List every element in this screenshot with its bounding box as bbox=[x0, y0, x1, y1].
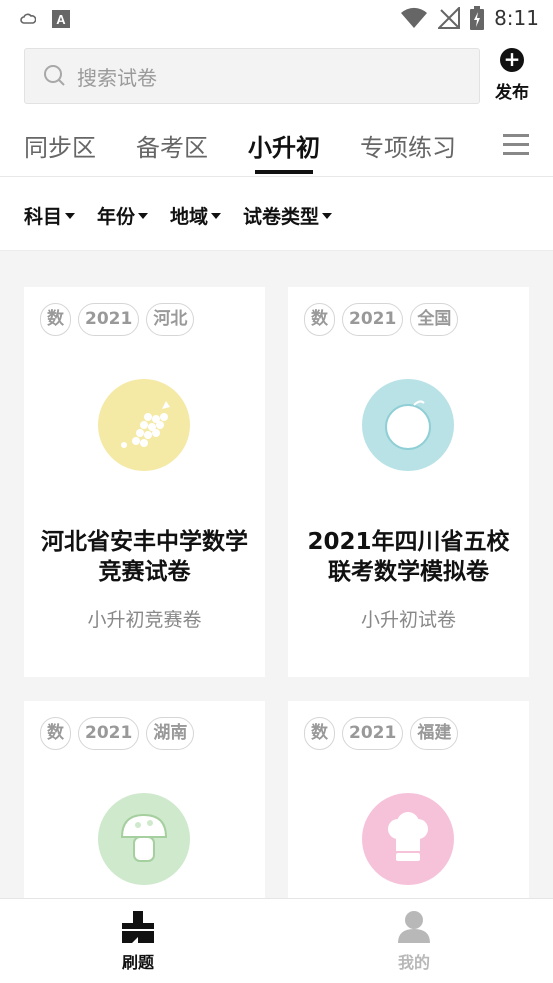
brush-icon bbox=[122, 911, 154, 943]
paper-card[interactable]: 数 2021 全国 2021年四川省五校联考数学模拟卷 小升初试卷 bbox=[288, 287, 529, 677]
filter-label: 试卷类型 bbox=[243, 206, 320, 228]
battery-charging-icon bbox=[470, 6, 485, 30]
tab-exam-prep[interactable]: 备考区 bbox=[136, 128, 208, 163]
mushroom-icon bbox=[98, 793, 190, 885]
filter-label: 年份 bbox=[97, 206, 136, 228]
menu-icon[interactable] bbox=[503, 134, 529, 156]
filter-label: 地域 bbox=[170, 206, 209, 228]
paper-title: 2021年四川省五校联考数学模拟卷 bbox=[307, 529, 510, 585]
wifi-icon bbox=[401, 7, 428, 28]
status-bar: A 8:11 bbox=[0, 0, 553, 40]
year-tag: 2021 bbox=[78, 303, 140, 336]
tab-special-practice[interactable]: 专项练习 bbox=[360, 128, 456, 163]
paper-card[interactable]: 数 2021 福建 bbox=[288, 701, 529, 898]
subject-tag: 数 bbox=[304, 717, 335, 750]
region-tag: 福建 bbox=[410, 717, 459, 750]
nav-mine[interactable]: 我的 bbox=[374, 909, 454, 973]
chef-hat-icon bbox=[362, 793, 454, 885]
subject-tag: 数 bbox=[40, 717, 71, 750]
paper-card[interactable]: 数 2021 湖南 bbox=[24, 701, 265, 898]
tag-list: 数 2021 福建 bbox=[304, 717, 459, 750]
filter-year[interactable]: 年份 bbox=[97, 202, 149, 229]
subject-tag: 数 bbox=[304, 303, 335, 336]
search-icon bbox=[44, 65, 65, 86]
status-time: 8:11 bbox=[494, 6, 539, 30]
caret-down-icon bbox=[65, 212, 76, 219]
caret-down-icon bbox=[322, 212, 333, 219]
paper-type: 小升初试卷 bbox=[360, 609, 456, 631]
year-tag: 2021 bbox=[342, 303, 404, 336]
divider bbox=[0, 176, 553, 177]
caret-down-icon bbox=[138, 212, 149, 219]
filter-region[interactable]: 地域 bbox=[170, 202, 222, 229]
caret-down-icon bbox=[211, 212, 222, 219]
filter-label: 科目 bbox=[24, 206, 63, 228]
publish-label: 发布 bbox=[495, 83, 529, 103]
user-icon bbox=[398, 911, 430, 943]
tag-list: 数 2021 河北 bbox=[40, 303, 195, 336]
tag-list: 数 2021 全国 bbox=[304, 303, 459, 336]
paper-card[interactable]: 数 2021 河北 河北省安丰中学数学竞赛试卷 小升初竞赛卷 bbox=[24, 287, 265, 677]
year-tag: 2021 bbox=[78, 717, 140, 750]
active-tab-indicator bbox=[255, 170, 313, 174]
publish-button[interactable]: + 发布 bbox=[490, 48, 534, 103]
tab-primary-to-middle[interactable]: 小升初 bbox=[248, 128, 320, 163]
filter-paper-type[interactable]: 试卷类型 bbox=[243, 202, 333, 229]
melon-icon bbox=[362, 379, 454, 471]
nav-label: 我的 bbox=[397, 953, 430, 972]
nav-label: 刷题 bbox=[121, 953, 154, 972]
paper-title: 河北省安丰中学数学竞赛试卷 bbox=[41, 529, 248, 585]
filter-subject[interactable]: 科目 bbox=[24, 202, 76, 229]
paper-grid: 数 2021 河北 河北省安丰中学数学竞赛试卷 小升初竞赛卷 数 2021 全国… bbox=[0, 251, 553, 898]
nav-practice[interactable]: 刷题 bbox=[98, 909, 178, 973]
region-tag: 全国 bbox=[410, 303, 459, 336]
region-tag: 湖南 bbox=[146, 717, 195, 750]
tab-sync[interactable]: 同步区 bbox=[24, 128, 96, 163]
bottom-nav: 刷题 我的 bbox=[0, 898, 553, 983]
svg-text:A: A bbox=[56, 12, 66, 27]
filter-bar: 科目 年份 地域 试卷类型 bbox=[24, 202, 333, 229]
search-placeholder: 搜索试卷 bbox=[77, 65, 157, 90]
plus-circle-icon: + bbox=[500, 48, 524, 72]
grapes-icon bbox=[98, 379, 190, 471]
font-app-icon: A bbox=[52, 10, 70, 28]
subject-tag: 数 bbox=[40, 303, 71, 336]
cloud-icon bbox=[20, 13, 36, 24]
region-tag: 河北 bbox=[146, 303, 195, 336]
tag-list: 数 2021 湖南 bbox=[40, 717, 195, 750]
year-tag: 2021 bbox=[342, 717, 404, 750]
category-tabs: 同步区 备考区 小升初 专项练习 bbox=[0, 128, 553, 176]
paper-type: 小升初竞赛卷 bbox=[87, 609, 202, 631]
no-signal-icon bbox=[438, 7, 461, 29]
search-input[interactable]: 搜索试卷 bbox=[24, 48, 480, 104]
